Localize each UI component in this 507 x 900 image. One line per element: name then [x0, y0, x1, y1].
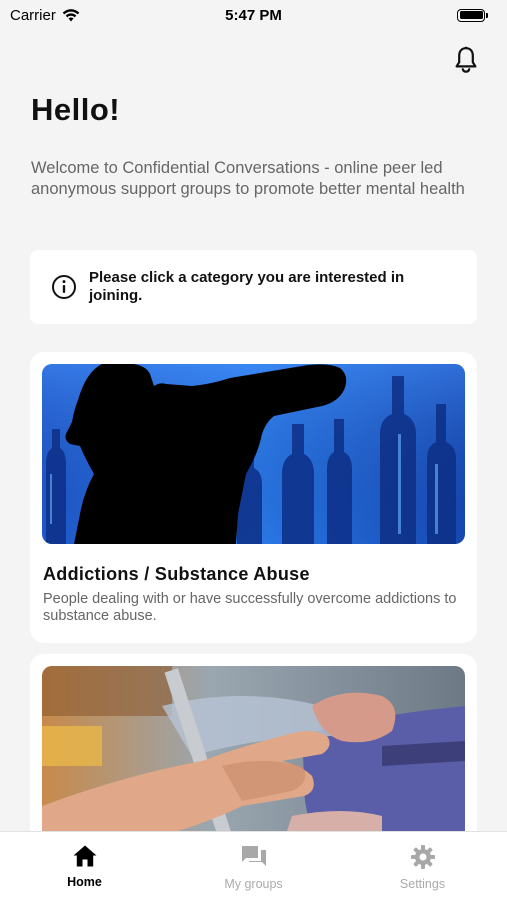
- page-title: Hello!: [31, 92, 121, 127]
- category-image-elderly-care: [42, 666, 465, 846]
- category-card-addictions[interactable]: Addictions / Substance Abuse People deal…: [30, 352, 477, 643]
- tab-bar: Home My groups Settings: [0, 831, 507, 900]
- info-notice: Please click a category you are interest…: [30, 250, 477, 324]
- carrier-label: Carrier: [10, 6, 56, 24]
- home-icon: [73, 845, 96, 867]
- battery-icon: [457, 8, 488, 22]
- tab-settings[interactable]: Settings: [338, 832, 507, 900]
- battery-fill: [459, 11, 483, 19]
- intro-text: Welcome to Confidential Conversations - …: [31, 159, 465, 198]
- category-card-second[interactable]: [30, 654, 477, 854]
- category-image-addictions: [42, 364, 465, 544]
- status-bar: Carrier 5:47 PM: [0, 0, 507, 30]
- notice-text: Please click a category you are interest…: [89, 269, 405, 304]
- bell-icon: [455, 46, 477, 73]
- tab-home[interactable]: Home: [0, 832, 169, 900]
- tab-my-groups-label: My groups: [224, 877, 283, 891]
- category-title: Addictions / Substance Abuse: [43, 564, 310, 584]
- info-icon: [52, 275, 76, 299]
- notifications-button[interactable]: [450, 44, 482, 76]
- tab-my-groups[interactable]: My groups: [169, 832, 338, 900]
- chat-icon: [241, 846, 266, 866]
- wifi-icon: [62, 9, 80, 22]
- gear-icon: [410, 845, 435, 869]
- tab-settings-label: Settings: [399, 877, 446, 891]
- tab-home-label: Home: [67, 875, 102, 889]
- status-left: Carrier: [10, 7, 80, 24]
- category-description: People dealing with or have successfully…: [43, 591, 457, 624]
